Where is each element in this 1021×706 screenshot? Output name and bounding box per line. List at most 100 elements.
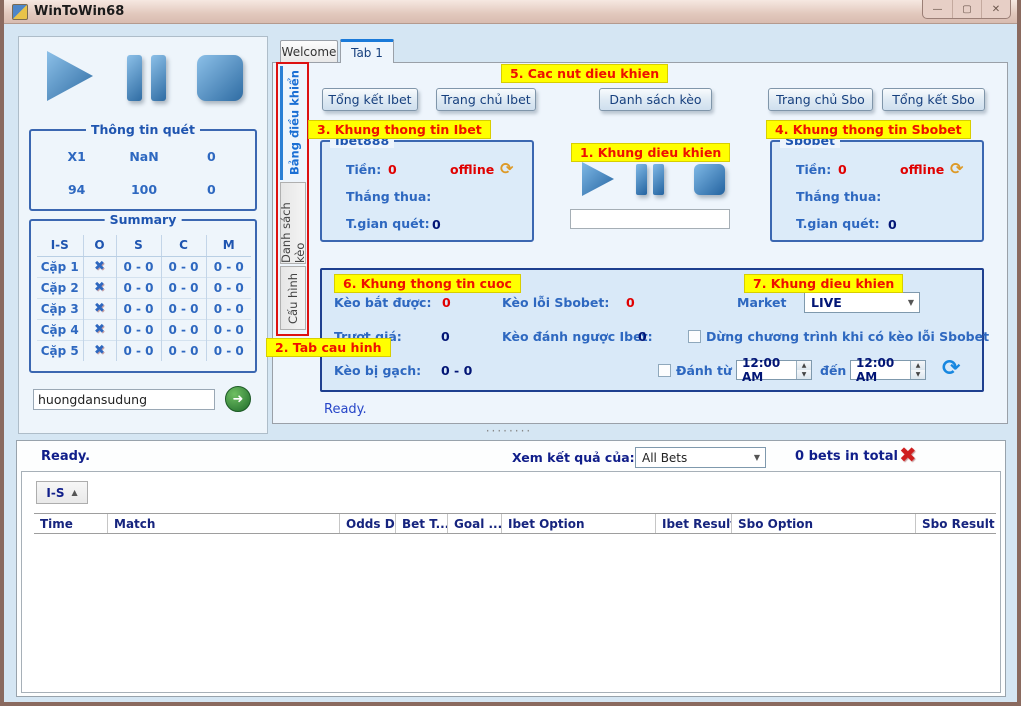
scan-info-group: Thông tin quét X1 NaN 0 94 100 0 [29,129,257,211]
bets-filter-select[interactable]: All Bets ▼ [635,447,766,468]
score-cell: 0 - 0 [161,256,206,277]
to-label: đến [820,363,846,378]
sbo-error-label: Kèo lỗi Sbobet: [502,295,609,310]
caught-label: Kèo bắt được: [334,295,431,310]
table-row: Cặp 2 ✖ 0 - 0 0 - 0 0 - 0 [37,277,251,298]
summary-col-header: I-S [37,235,83,256]
stop-scan-button[interactable] [197,55,243,101]
table-row: Cặp 5 ✖ 0 - 0 0 - 0 0 - 0 [37,340,251,361]
summary-table: I-S O S C M Cặp 1 ✖ 0 - 0 0 - 0 0 - 0 [37,235,251,361]
tong-ket-ibet-button[interactable]: Tổng kết Ibet [322,88,418,111]
scan-time-label: T.gian quét: [346,216,430,231]
spin-up-icon[interactable]: ▲ [911,361,925,370]
score-cell: 0 - 0 [116,319,161,340]
col-header-odds[interactable]: Odds D... [340,514,396,533]
stop-on-error-label: Dừng chương trình khi có kèo lỗi Sbobet [706,329,989,344]
red-x-icon: ✖ [83,277,116,298]
col-header-ibet-option[interactable]: Ibet Option [502,514,656,533]
from-time-spinner[interactable]: 12:00 AM ▲ ▼ [736,360,812,380]
winloss-label: Thắng thua: [346,189,431,204]
go-button[interactable]: ➜ [225,386,251,412]
bets-total-text: 0 bets in total [795,449,898,464]
danh-sach-keo-button[interactable]: Danh sách kèo [599,88,712,111]
col-header-match[interactable]: Match [108,514,340,533]
stop-icon [694,164,725,195]
red-x-icon: ✖ [83,319,116,340]
spinner-arrows[interactable]: ▲ ▼ [910,361,925,379]
money-value: 0 [838,162,847,177]
stop-button[interactable] [694,164,725,195]
spin-down-icon[interactable]: ▼ [911,370,925,379]
control-input[interactable] [570,209,730,229]
pair-label: Cặp 5 [37,340,83,361]
tab-welcome[interactable]: Welcome [280,40,338,63]
clear-results-icon[interactable]: ✖ [899,443,917,467]
money-value: 0 [388,162,397,177]
tong-ket-sbo-button[interactable]: Tổng kết Sbo [882,88,985,111]
annotation-5: 5. Cac nut dieu khien [501,64,668,83]
pause-scan-button[interactable] [127,55,166,101]
scan-value: 0 [178,149,245,164]
sbobet-info-group: Sbobet Tiền: 0 offline ⟳ Thắng thua: T.g… [770,140,984,242]
reverse-label: Kèo đánh ngược Ibet: [502,329,653,344]
app-window: WinToWin68 — ▢ ✕ Thông tin quét X1 NaN 0… [0,0,1021,706]
pause-icon [653,164,664,195]
col-header-ibet-result[interactable]: Ibet Result [656,514,732,533]
pause-button[interactable] [636,164,664,195]
start-scan-button[interactable] [47,51,93,101]
winloss-label: Thắng thua: [796,189,881,204]
pair-label: Cặp 3 [37,298,83,319]
score-cell: 0 - 0 [116,298,161,319]
trang-chu-ibet-button[interactable]: Trang chủ Ibet [436,88,536,111]
maximize-icon[interactable]: ▢ [952,0,981,18]
to-time-value: 12:00 AM [851,361,910,379]
start-button[interactable] [582,162,614,196]
spin-down-icon[interactable]: ▼ [797,370,811,379]
pause-icon [151,55,166,101]
table-row: Cặp 3 ✖ 0 - 0 0 - 0 0 - 0 [37,298,251,319]
sidetab-bang-dieu-khien[interactable]: Bảng điều khiển [280,66,306,180]
red-x-icon: ✖ [83,298,116,319]
score-cell: 0 - 0 [116,340,161,361]
annotation-2: 2. Tab cau hinh [266,338,391,357]
sidetab-cau-hinh[interactable]: Cấu hình [280,266,306,330]
minimize-icon[interactable]: — [923,0,952,18]
col-header-sbo-option[interactable]: Sbo Option [732,514,916,533]
bet-time-checkbox[interactable] [658,364,671,377]
market-label: Market [737,295,786,310]
annotation-3: 3. Khung thong tin Ibet [308,120,491,139]
close-icon[interactable]: ✕ [981,0,1010,18]
group-label: I-S [46,486,64,500]
spin-up-icon[interactable]: ▲ [797,361,811,370]
trang-chu-sbo-button[interactable]: Trang chủ Sbo [768,88,873,111]
col-header-time[interactable]: Time [34,514,108,533]
group-collapse-button[interactable]: I-S ▲ [36,481,88,504]
refresh-icon[interactable]: ⟳ [950,159,963,178]
sidetab-danh-sach-keo[interactable]: Danh sách kèo [280,182,306,264]
refresh-icon[interactable]: ⟳ [942,356,960,381]
go-arrow-icon: ➜ [233,392,244,407]
red-x-icon: ✖ [83,256,116,277]
results-list-area: I-S ▲ Time Match Odds D... Bet T... Goal… [21,471,1001,693]
score-cell: 0 - 0 [206,340,251,361]
spinner-arrows[interactable]: ▲ ▼ [796,361,811,379]
col-header-sbo-result[interactable]: Sbo Result [916,514,996,533]
guide-input[interactable] [33,389,215,410]
to-time-spinner[interactable]: 12:00 AM ▲ ▼ [850,360,926,380]
scan-value: 94 [43,182,110,197]
play-icon [582,162,614,196]
market-select[interactable]: LIVE ▼ [804,292,920,313]
col-header-goal[interactable]: Goal ... [448,514,502,533]
stop-on-error-checkbox[interactable] [688,330,701,343]
collapse-arrow-icon: ▲ [71,488,77,497]
refresh-icon[interactable]: ⟳ [500,159,513,178]
splitter-handle[interactable]: ········ [4,424,1014,438]
stop-icon [197,55,243,101]
results-header-row: Time Match Odds D... Bet T... Goal ... I… [34,513,996,534]
col-header-bet-type[interactable]: Bet T... [396,514,448,533]
left-control-panel: Thông tin quét X1 NaN 0 94 100 0 Summary… [18,36,268,434]
score-cell: 0 - 0 [116,256,161,277]
score-cell: 0 - 0 [161,340,206,361]
pair-label: Cặp 4 [37,319,83,340]
tab-tab1[interactable]: Tab 1 [340,39,394,63]
